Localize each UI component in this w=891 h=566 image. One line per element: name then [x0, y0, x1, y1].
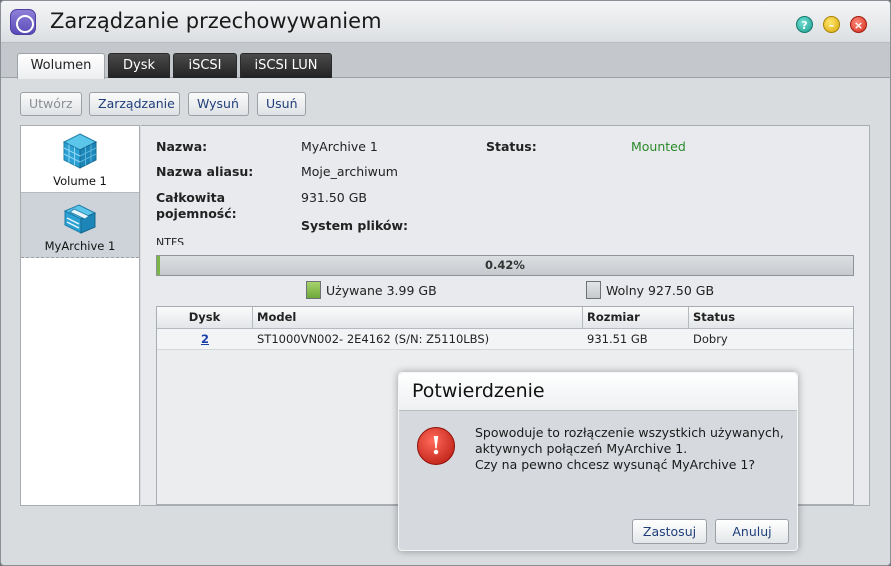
volume-label: MyArchive 1	[44, 239, 116, 253]
toolbar: Utwórz Zarządzanie Wysuń Usuń	[1, 79, 890, 124]
cancel-button[interactable]: Anuluj	[715, 519, 789, 544]
delete-button[interactable]: Usuń	[257, 92, 306, 116]
tab-volume[interactable]: Wolumen	[17, 53, 105, 79]
size-cell: 931.51 GB	[587, 332, 648, 346]
create-button[interactable]: Utwórz	[20, 92, 82, 116]
tab-iscsi[interactable]: iSCSI	[173, 53, 237, 78]
name-label: Nazwa:	[156, 139, 208, 154]
volume-label: Volume 1	[53, 174, 107, 188]
volume-list: Volume 1 MyArchive 1	[20, 125, 140, 506]
usage-percent: 0.42%	[485, 258, 525, 272]
alias-label: Nazwa aliasu:	[156, 164, 254, 179]
storage-manager-window: Zarządzanie przechowywaniem ? – × Wolume…	[0, 0, 891, 566]
storage-app-icon	[10, 9, 36, 35]
eject-button[interactable]: Wysuń	[188, 92, 249, 116]
volume-item-volume-1[interactable]: Volume 1	[21, 126, 139, 192]
used-legend-text: Używane 3.99 GB	[326, 283, 437, 298]
column-header-disk[interactable]: Dysk	[157, 307, 253, 328]
column-header-size[interactable]: Rozmiar	[583, 307, 689, 328]
cube-icon	[62, 133, 98, 169]
help-icon[interactable]: ?	[796, 16, 813, 33]
capacity-value: 931.50 GB	[301, 190, 367, 205]
dialog-title: Potwierdzenie	[399, 373, 797, 411]
dialog-message-line3: Czy na pewno chcesz wysunąć MyArchive 1?	[475, 457, 756, 472]
capacity-label-line1: Całkowita	[156, 190, 226, 205]
tab-disk[interactable]: Dysk	[108, 53, 170, 78]
title-bar: Zarządzanie przechowywaniem ? – ×	[1, 1, 890, 43]
free-legend-swatch	[586, 281, 601, 299]
dialog-message-line1: Spowoduje to rozłączenie wszystkich używ…	[475, 425, 784, 440]
minimize-icon[interactable]: –	[823, 16, 840, 33]
status-cell: Dobry	[693, 332, 728, 346]
free-legend-text: Wolny 927.50 GB	[606, 283, 715, 298]
close-icon[interactable]: ×	[850, 16, 867, 33]
column-header-status[interactable]: Status	[689, 307, 853, 328]
filesystem-label: System plików:	[301, 218, 409, 233]
filesystem-value: NTFS	[156, 236, 185, 245]
exclamation-icon: !	[417, 427, 455, 465]
disk-cell: 2	[157, 329, 253, 350]
tab-bar: Wolumen Dysk iSCSI iSCSI LUN	[1, 43, 890, 79]
status-label: Status:	[486, 139, 537, 154]
manage-button[interactable]: Zarządzanie	[89, 92, 180, 116]
used-legend-swatch	[306, 281, 321, 299]
model-cell: ST1000VN002- 2E4162 (S/N: Z5110LBS)	[257, 332, 490, 346]
table-row[interactable]: 2 ST1000VN002- 2E4162 (S/N: Z5110LBS) 93…	[157, 329, 853, 350]
dialog-message-line2: aktywnych połączeń MyArchive 1.	[475, 441, 688, 456]
alias-value: Moje_archiwum	[301, 164, 398, 179]
confirmation-dialog: Potwierdzenie ! Spowoduje to rozłączenie…	[398, 372, 798, 551]
capacity-label-line2: pojemność:	[156, 206, 237, 221]
disk-link[interactable]: 2	[201, 332, 209, 346]
name-value: MyArchive 1	[301, 139, 378, 154]
dialog-message: Spowoduje to rozłączenie wszystkich używ…	[475, 425, 793, 473]
archive-disk-icon	[63, 204, 97, 234]
status-value: Mounted	[631, 139, 686, 154]
column-header-model[interactable]: Model	[253, 307, 583, 328]
window-title: Zarządzanie przechowywaniem	[50, 9, 382, 33]
volume-item-myarchive-1[interactable]: MyArchive 1	[21, 192, 139, 258]
tab-iscsi-lun[interactable]: iSCSI LUN	[240, 53, 332, 78]
disk-table-header: Dysk Model Rozmiar Status	[157, 307, 853, 329]
apply-button[interactable]: Zastosuj	[632, 519, 707, 544]
usage-bar: 0.42%	[156, 255, 854, 276]
